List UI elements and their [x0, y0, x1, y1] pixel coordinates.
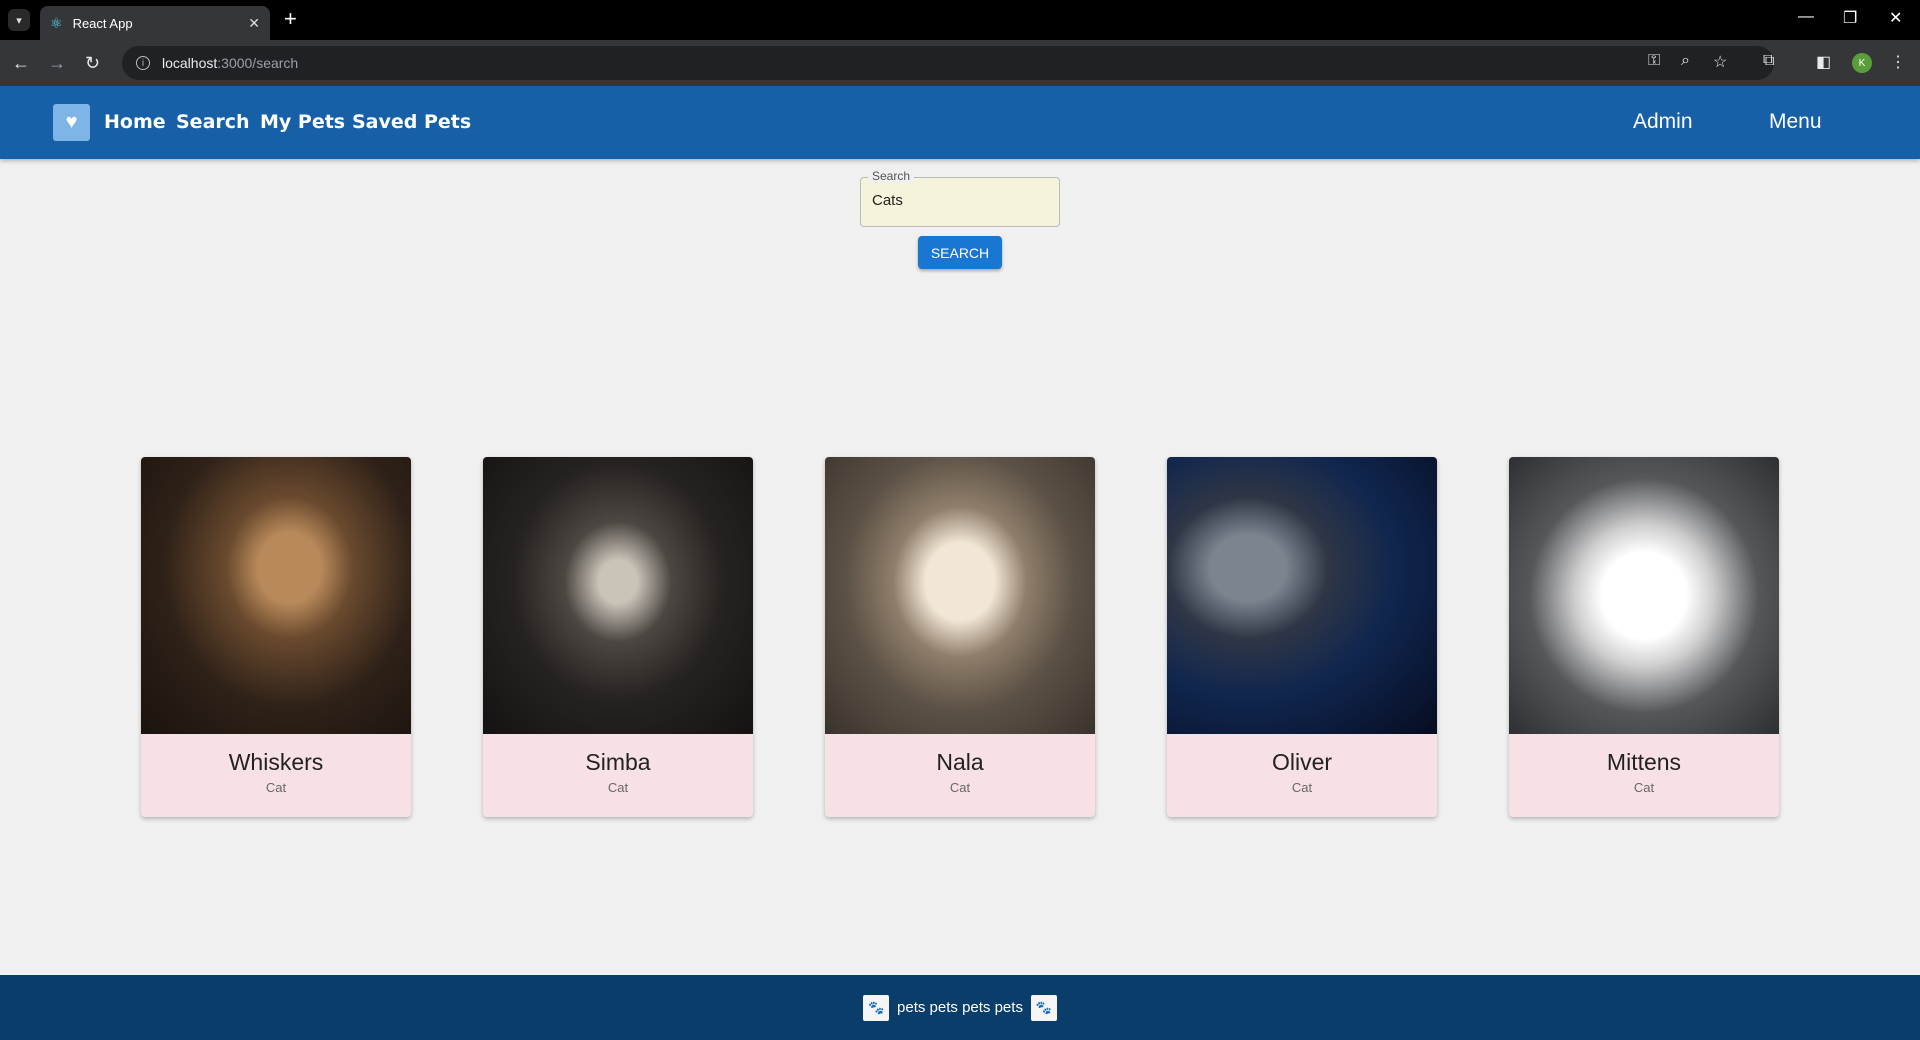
pet-name: Oliver [1271, 749, 1333, 775]
pet-name: Mittens [1606, 749, 1682, 775]
new-tab-icon[interactable]: + [284, 8, 297, 30]
site-info-icon[interactable]: i [136, 56, 150, 70]
pet-card[interactable]: Mittens Cat [1509, 457, 1779, 817]
browser-tab-bar: ▾ ⚛ React App ✕ + — ❐ ✕ [0, 0, 1920, 40]
footer-text: pets pets pets pets [897, 999, 1023, 1016]
pet-type: Cat [1633, 780, 1655, 795]
tab-title: React App [72, 15, 133, 31]
browser-tab[interactable]: ⚛ React App ✕ [40, 6, 270, 40]
pet-image [1167, 457, 1437, 734]
search-input[interactable] [872, 192, 1052, 209]
minimize-icon[interactable]: — [1798, 8, 1814, 26]
extensions-icon[interactable]: ⧉ [1763, 52, 1774, 70]
react-favicon-icon: ⚛ [50, 14, 63, 31]
nav-my-pets[interactable]: My Pets [260, 111, 345, 133]
tab-search-menu-icon[interactable]: ▾ [8, 9, 30, 31]
restore-icon[interactable]: ❐ [1843, 8, 1857, 28]
bookmark-star-icon[interactable]: ☆ [1713, 52, 1727, 72]
zoom-icon[interactable]: ⌕ [1681, 52, 1690, 70]
pet-logo-icon: 🐾 [1030, 994, 1057, 1021]
nav-admin[interactable]: Admin [1633, 110, 1693, 134]
nav-saved-pets[interactable]: Saved Pets [352, 111, 471, 133]
back-icon[interactable]: ← [12, 51, 30, 75]
browser-menu-icon[interactable]: ⋮ [1890, 52, 1906, 72]
forward-icon[interactable]: → [48, 51, 66, 75]
pet-name: Nala [936, 749, 984, 775]
nav-home[interactable]: Home [104, 111, 166, 133]
footer: 🐾 pets pets pets pets 🐾 [0, 975, 1920, 1040]
pet-type: Cat [607, 780, 629, 795]
pet-card[interactable]: Whiskers Cat [141, 457, 411, 817]
app-header: ♥ Home Search My Pets Saved Pets Admin M… [0, 86, 1920, 159]
pet-image [1509, 457, 1779, 734]
pet-type: Cat [265, 780, 287, 795]
tab-close-icon[interactable]: ✕ [248, 15, 260, 32]
pet-type: Cat [1291, 780, 1313, 795]
url-path: :3000/search [217, 55, 299, 71]
pet-name: Whiskers [228, 749, 324, 775]
nav-menu[interactable]: Menu [1769, 110, 1822, 134]
search-label: Search [868, 169, 915, 183]
pet-card[interactable]: Nala Cat [825, 457, 1095, 817]
pet-image [483, 457, 753, 734]
side-panel-icon[interactable]: ◧ [1816, 52, 1831, 72]
search-button[interactable]: SEARCH [918, 236, 1002, 269]
pet-card[interactable]: Oliver Cat [1167, 457, 1437, 817]
pet-type: Cat [949, 780, 971, 795]
url-host: localhost [162, 55, 218, 71]
address-bar[interactable]: i localhost:3000/search [122, 46, 1774, 80]
reload-icon[interactable]: ↻ [85, 51, 100, 75]
nav-search[interactable]: Search [176, 111, 250, 133]
pet-image [825, 457, 1095, 734]
password-key-icon[interactable]: ⚿ [1648, 52, 1660, 70]
profile-avatar[interactable]: K [1852, 53, 1872, 73]
pet-image [141, 457, 411, 734]
browser-toolbar: ← → ↻ i localhost:3000/search ⚿ ⌕ ☆ ⧉ ◧ … [0, 40, 1920, 86]
pet-card[interactable]: Simba Cat [483, 457, 753, 817]
pet-logo-icon: 🐾 [863, 994, 890, 1021]
pet-logo-icon[interactable]: ♥ [53, 104, 90, 141]
pet-name: Simba [585, 749, 651, 775]
window-close-icon[interactable]: ✕ [1889, 8, 1902, 28]
